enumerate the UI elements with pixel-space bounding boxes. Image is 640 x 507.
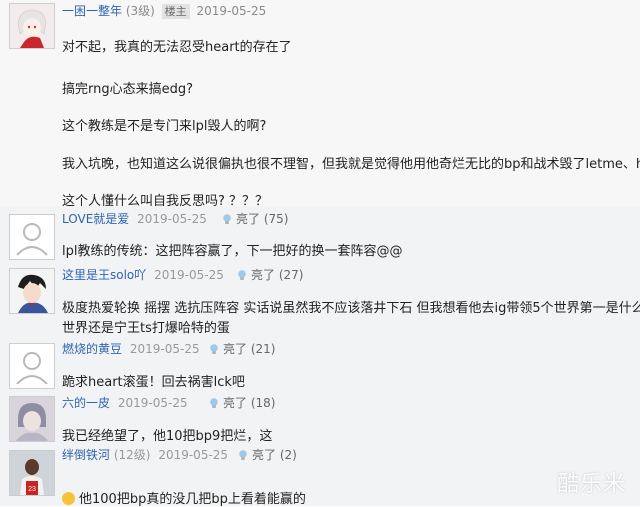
reply-date: 2019-05-25 <box>158 448 229 462</box>
like-button[interactable]: 亮了 (21) <box>208 340 275 357</box>
user-avatar[interactable] <box>9 396 55 442</box>
reply-date: 2019-05-25 <box>129 342 200 356</box>
like-count: (27) <box>278 268 304 282</box>
lightbulb-icon <box>239 450 247 460</box>
watermark: 酷乐米 <box>556 472 626 497</box>
like-label: 亮了 <box>223 396 248 410</box>
default-avatar-icon[interactable] <box>9 214 55 260</box>
op-text-line: 这个教练是不是专门来lpl毁人的啊? <box>62 119 267 134</box>
like-count: (2) <box>279 448 297 462</box>
op-text-line: 搞完rng心态来搞edg? <box>62 82 194 97</box>
reply-text-line: lpl教练的传统：这把阵容赢了，下一把好的换一套阵容@@ <box>62 244 403 259</box>
lightbulb-icon <box>238 270 246 280</box>
main-post: 一困一整年 (3级) 楼主 2019-05-25 对不起，我真的无法忍受hear… <box>0 0 640 209</box>
op-text-line: 对不起，我真的无法忍受heart的存在了 <box>62 40 292 55</box>
op-date: 2019-05-25 <box>196 4 267 18</box>
reply-text-line: 他100把bp真的没几把bp上看着能赢的 <box>62 488 306 507</box>
reply-text-line: 我已经绝望了，他10把bp9把烂，这 <box>62 429 273 444</box>
op-badge: 楼主 <box>161 4 190 19</box>
like-label: 亮了 <box>223 342 248 356</box>
reply-username[interactable]: 六的一皮 <box>62 396 110 410</box>
reply-text-line: 极度热爱轮换 摇摆 选抗压阵容 实话说虽然我不应该落井下石 但我想看他去ig带领… <box>62 301 640 316</box>
reply-meta: 六的一皮 2019-05-25 <box>62 394 188 411</box>
op-meta: 一困一整年 (3级) 楼主 2019-05-25 <box>62 2 266 19</box>
reply-meta: 绊倒铁河 (12级) 2019-05-25 <box>62 446 228 463</box>
like-button[interactable]: 亮了 (75) <box>221 210 288 227</box>
op-text-line: 我入坑晚，也知道这么说很偏执也很不理智，但我就是觉得他用他奇烂无比的bp和战术毁… <box>62 157 640 172</box>
reply-username[interactable]: 绊倒铁河 <box>62 448 110 462</box>
reply-text-line: 世界还是宁王ts打爆哈特的蛋 <box>62 321 230 336</box>
op-username[interactable]: 一困一整年 <box>62 4 122 18</box>
default-avatar-icon[interactable] <box>9 343 55 389</box>
like-button[interactable]: 亮了 (27) <box>236 266 303 283</box>
reply-meta: 这里是王solo吖 2019-05-25 <box>62 266 224 283</box>
like-count: (21) <box>250 342 276 356</box>
user-avatar[interactable] <box>9 268 55 314</box>
reply-meta: LOVE就是爱 2019-05-25 <box>62 210 207 227</box>
reply-date: 2019-05-25 <box>117 396 188 410</box>
like-button[interactable]: 亮了 (18) <box>208 394 275 411</box>
user-avatar[interactable]: 23 <box>9 450 55 496</box>
like-count: (75) <box>263 212 289 226</box>
like-button[interactable]: 亮了 (2) <box>237 446 297 463</box>
lightbulb-icon <box>223 214 231 224</box>
op-level: (3级) <box>125 4 155 18</box>
like-count: (18) <box>250 396 276 410</box>
reply-username[interactable]: 燃烧的黄豆 <box>62 342 122 356</box>
laughing-emoji-icon <box>62 492 75 505</box>
reply-text-line: 跪求heart滚蛋！回去祸害lck吧 <box>62 375 245 390</box>
like-label: 亮了 <box>252 448 277 462</box>
reply-username[interactable]: 这里是王solo吖 <box>62 268 146 282</box>
reply-meta: 燃烧的黄豆 2019-05-25 <box>62 340 200 357</box>
reply-username[interactable]: LOVE就是爱 <box>62 212 129 226</box>
op-avatar[interactable] <box>9 3 55 49</box>
reply-text: 他100把bp真的没几把bp上看着能赢的 <box>79 492 306 507</box>
lightbulb-icon <box>210 398 218 408</box>
like-label: 亮了 <box>236 212 261 226</box>
reply-date: 2019-05-25 <box>154 268 224 282</box>
lightbulb-icon <box>210 344 218 354</box>
reply-level: (12级) <box>113 448 151 462</box>
svg-text:23: 23 <box>28 486 36 493</box>
reply-date: 2019-05-25 <box>137 212 207 226</box>
reply-list: LOVE就是爱 2019-05-25 亮了 (75) lpl教练的传统：这把阵容… <box>0 206 640 507</box>
like-label: 亮了 <box>251 268 276 282</box>
